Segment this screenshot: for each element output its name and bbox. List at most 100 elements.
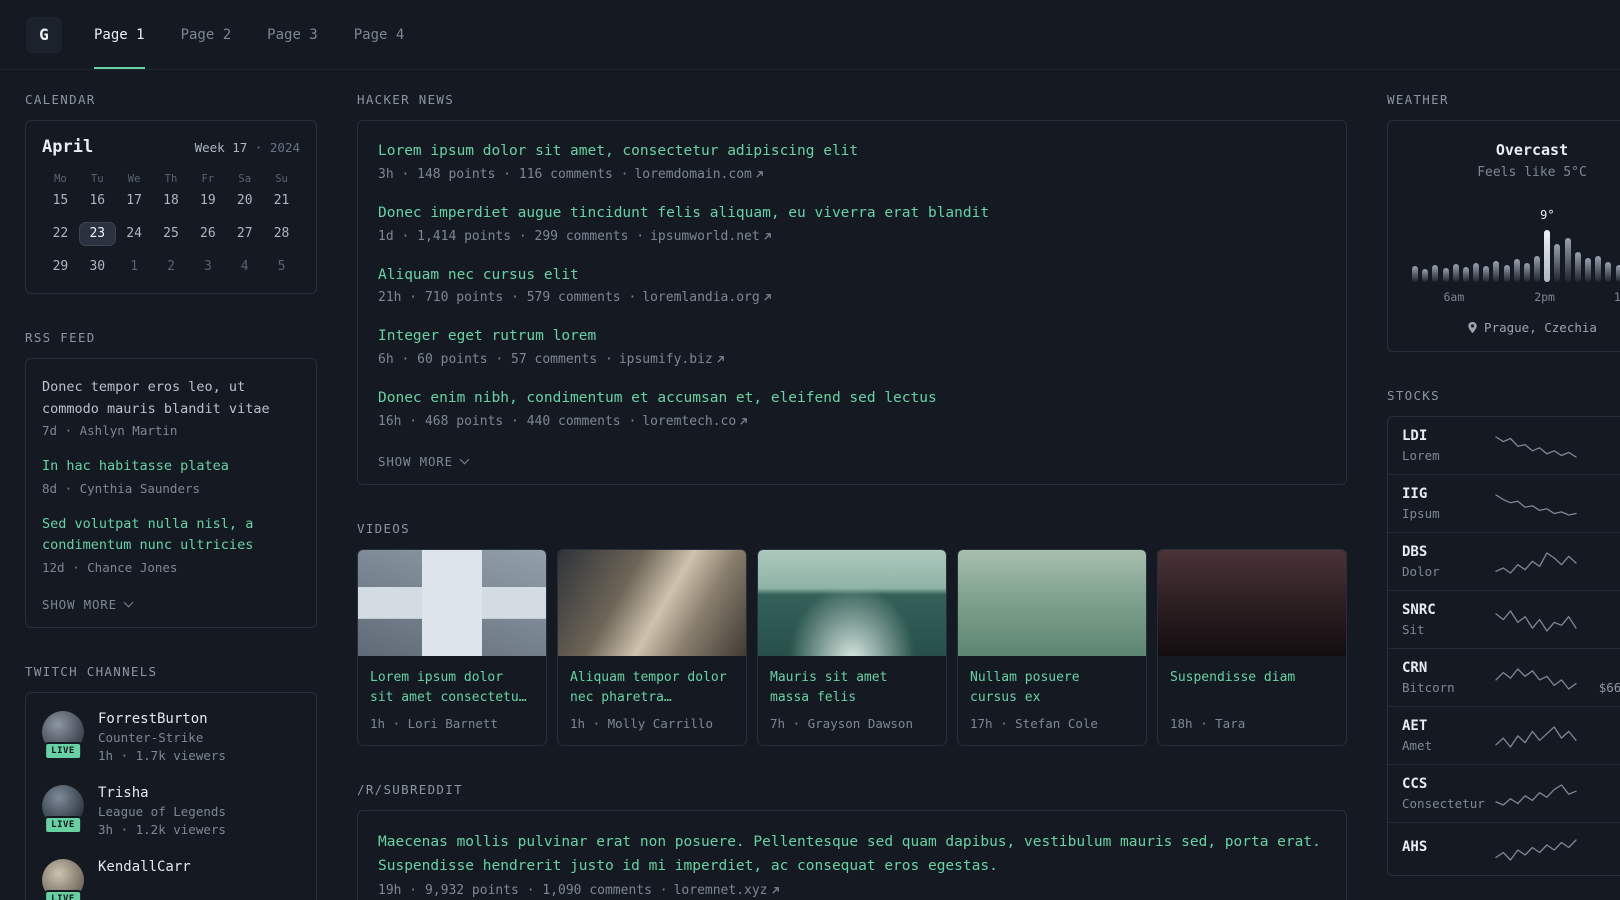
video-title[interactable]: Suspendisse diam — [1170, 668, 1334, 708]
hn-meta-text: 16h · 468 points · 440 comments · — [378, 413, 637, 429]
stock-row[interactable]: LDI Lorem +4.35% $795.18 — [1388, 417, 1620, 474]
post-domain[interactable]: loremnet.xyz — [674, 883, 780, 898]
app-logo[interactable]: G — [26, 16, 62, 53]
calendar-day: 16 — [89, 193, 106, 208]
rss-item-title[interactable]: Donec tempor eros leo, ut commodo mauris… — [42, 377, 300, 420]
channel-category: Counter-Strike — [98, 729, 204, 745]
hn-item-title[interactable]: Aliquam nec cursus elit — [378, 265, 1326, 287]
video-thumbnail[interactable] — [758, 549, 946, 656]
hn-item-title[interactable]: Integer eget rutrum lorem — [378, 326, 1326, 348]
hn-item-domain[interactable]: ipsumify.biz — [619, 352, 725, 367]
external-link-icon — [771, 887, 779, 894]
stock-row[interactable]: AET Amet +0.92% $499.72 — [1388, 706, 1620, 764]
time-label: 6am — [1443, 290, 1465, 304]
tab-page-4[interactable]: Page 4 — [354, 0, 405, 69]
calendar-day: 30 — [89, 259, 106, 274]
stock-symbol: CCS — [1402, 776, 1428, 792]
calendar-day-outside: 3 — [203, 259, 212, 274]
video-meta: 17h · Stefan Cole — [970, 716, 1098, 732]
video-title[interactable]: Nullam posuere cursus ex — [970, 668, 1134, 708]
stock-right: +0.46% — [1578, 839, 1620, 859]
hn-item-title[interactable]: Lorem ipsum dolor sit amet, consectetur … — [378, 141, 1326, 163]
hn-item-title[interactable]: Donec imperdiet augue tincidunt felis al… — [378, 203, 1326, 225]
rss-item-title[interactable]: In hac habitasse platea — [42, 456, 300, 478]
stock-row[interactable]: IIG Ipsum +2.84% $42.04 — [1388, 474, 1620, 532]
stock-row[interactable]: CCS Consectetur +0.51% $165.84 — [1388, 764, 1620, 822]
weekday-label: Mo — [54, 173, 67, 185]
channel-info: Trisha League of Legends 3h · 1.2k viewe… — [98, 785, 226, 837]
channel-avatar[interactable]: LIVE — [42, 784, 84, 834]
domain-label: ipsumify.biz — [618, 352, 713, 367]
location-pin-icon — [1468, 321, 1477, 334]
video-thumbnail[interactable] — [958, 549, 1146, 656]
domain-label: loremnet.xyz — [673, 882, 768, 898]
hn-item: Lorem ipsum dolor sit amet, consectetur … — [378, 141, 1326, 182]
calendar-day: 28 — [273, 226, 290, 241]
channel-name[interactable]: KendallCarr — [98, 859, 191, 875]
hn-meta-text: 1d · 1,414 points · 299 comments · — [378, 228, 645, 244]
stock-symbol: SNRC — [1402, 602, 1436, 618]
channel-avatar[interactable]: LIVE — [42, 710, 84, 760]
channel-avatar[interactable]: LIVE — [42, 858, 84, 900]
weather-time-labels: 6am 2pm 10pm — [1406, 290, 1620, 306]
external-link-icon — [717, 356, 724, 363]
stock-price: $795.18 — [1578, 448, 1620, 463]
main-grid: CALENDAR April Week 17 · 2024 Mo Tu We T… — [0, 70, 1620, 900]
stock-row[interactable]: CRN Bitcorn -1.00% $66,171.48 — [1388, 648, 1620, 706]
hn-item-domain[interactable]: ipsumworld.net — [650, 229, 772, 244]
tab-page-2[interactable]: Page 2 — [181, 0, 232, 69]
weather-hour — [1502, 202, 1512, 282]
stock-sparkline — [1495, 493, 1577, 516]
calendar-day-outside: 5 — [277, 259, 286, 274]
stock-sparkline — [1495, 725, 1577, 748]
video-title[interactable]: Mauris sit amet massa felis — [770, 668, 934, 708]
weather-hour — [1491, 202, 1501, 282]
calendar-day-outside: 4 — [240, 259, 249, 274]
weather-box: Overcast Feels like 5°C 9° 6am 2pm 10pm … — [1387, 120, 1620, 352]
hn-item-meta: 1d · 1,414 points · 299 comments · ipsum… — [378, 229, 1326, 244]
channel-name[interactable]: ForrestBurton — [98, 711, 226, 727]
hn-item-domain[interactable]: loremtech.co — [642, 414, 748, 429]
hn-item-title[interactable]: Donec enim nibh, condimentum et accumsan… — [378, 388, 1326, 410]
stock-row[interactable]: SNRC Sit +1.36% $148.64 — [1388, 590, 1620, 648]
stock-sparkline — [1495, 839, 1577, 861]
tab-page-3[interactable]: Page 3 — [267, 0, 318, 69]
hn-item-domain[interactable]: loremdomain.com — [634, 167, 763, 182]
calendar-day-selected: 23 — [78, 222, 116, 246]
stock-row[interactable]: AHS +0.46% — [1388, 822, 1620, 875]
twitch-box: LIVE ForrestBurton Counter-Strike 1h · 1… — [25, 691, 317, 900]
video-thumbnail[interactable] — [1158, 549, 1346, 656]
video-meta: 18h · Tara — [1170, 715, 1246, 731]
weather-title: WEATHER — [1387, 92, 1449, 107]
video-title[interactable]: Lorem ipsum dolor sit amet consectetu… — [370, 668, 534, 708]
video-thumbnail[interactable] — [358, 549, 546, 656]
weather-hour — [1461, 202, 1471, 282]
stock-change: +4.35% — [1578, 428, 1620, 444]
weather-hour — [1563, 202, 1573, 282]
calendar-day: 26 — [200, 226, 216, 241]
header-bar: G Page 1 Page 2 Page 3 Page 4 — [0, 0, 1620, 70]
stock-name: Amet — [1402, 738, 1433, 753]
channel-name[interactable]: Trisha — [98, 785, 226, 801]
rss-item-title[interactable]: Sed volutpat nulla nisl, a condimentum n… — [42, 514, 300, 557]
hacker-news-title: HACKER NEWS — [357, 92, 455, 107]
post-title[interactable]: Maecenas mollis pulvinar erat non posuer… — [378, 831, 1326, 879]
weather-hour-bar — [1554, 244, 1561, 282]
video-strip: Lorem ipsum dolor sit amet consectetu… 1… — [357, 548, 1347, 747]
weather-hour — [1420, 202, 1430, 282]
rss-box: Donec tempor eros leo, ut commodo mauris… — [25, 358, 317, 628]
calendar-separator: · — [254, 140, 263, 155]
stock-row[interactable]: DBS Dolor +1.42% $156.28 — [1388, 532, 1620, 590]
hacker-news-widget: HACKER NEWS Lorem ipsum dolor sit amet, … — [357, 92, 1347, 485]
weather-hour — [1451, 202, 1461, 282]
hn-show-more-button[interactable]: SHOW MORE — [378, 454, 470, 469]
subreddit-box: Maecenas mollis pulvinar erat non posuer… — [357, 810, 1347, 900]
stock-symbol: LDI — [1402, 428, 1428, 444]
weekday-label: Fr — [201, 173, 215, 185]
hn-item-domain[interactable]: loremlandia.org — [642, 290, 771, 305]
rss-show-more-button[interactable]: SHOW MORE — [42, 597, 134, 612]
video-thumbnail[interactable] — [558, 549, 746, 656]
hn-item-meta: 16h · 468 points · 440 comments · loremt… — [378, 414, 1326, 429]
tab-page-1[interactable]: Page 1 — [94, 0, 145, 69]
video-title[interactable]: Aliquam tempor dolor nec pharetra… — [570, 668, 734, 708]
